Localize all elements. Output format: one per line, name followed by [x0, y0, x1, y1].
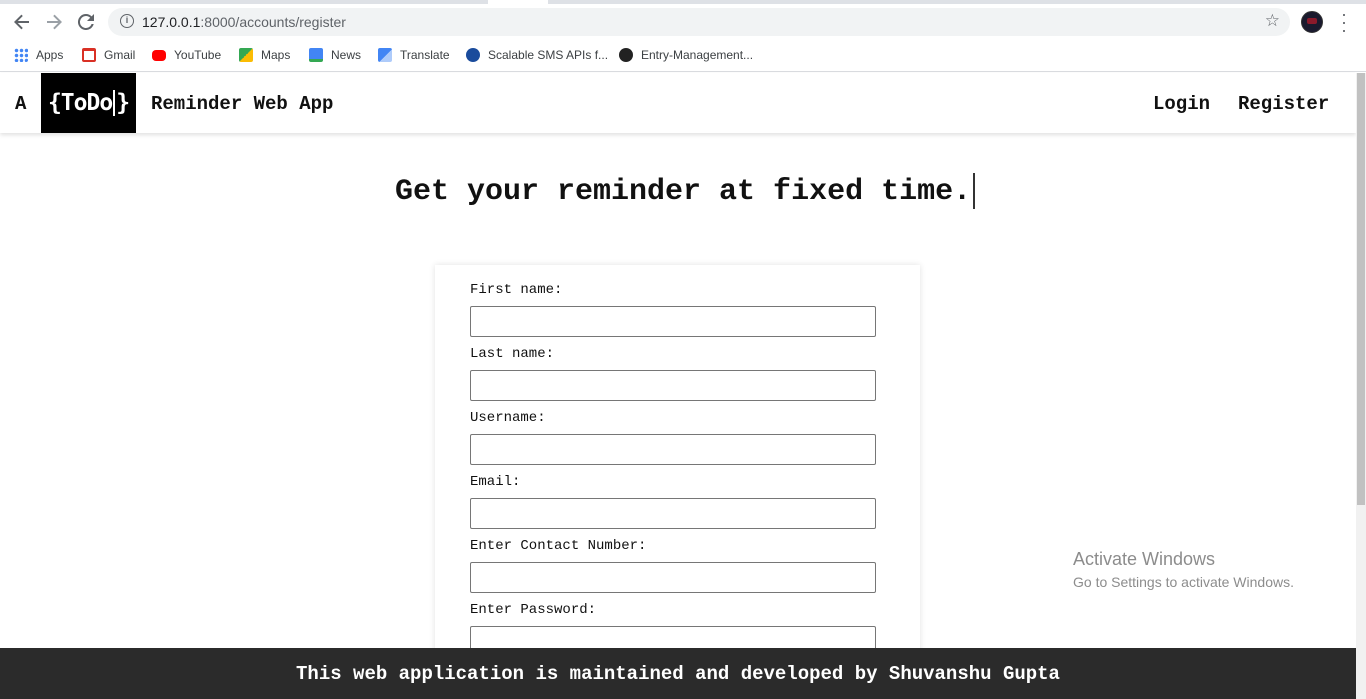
- github-icon: [619, 48, 633, 62]
- bookmark-news[interactable]: News: [309, 46, 361, 64]
- watermark-title: Activate Windows: [1073, 549, 1216, 569]
- page-viewport: A {ToDo} Reminder Web App Login Register…: [0, 73, 1356, 699]
- register-form: First name: Last name: Username: Email: …: [435, 265, 920, 699]
- bookmark-youtube[interactable]: YouTube: [152, 46, 221, 64]
- translate-icon: [378, 48, 392, 62]
- menu-kebab-icon[interactable]: · · ·: [1338, 5, 1350, 39]
- brand-logo-text: {ToDo: [47, 90, 113, 116]
- apps-grid-icon: [14, 48, 28, 62]
- address-bar[interactable]: i 127.0.0.1:8000/accounts/register ☆: [108, 8, 1290, 36]
- page-scrollbar[interactable]: [1356, 73, 1366, 699]
- bookmarks-bar: Apps Gmail YouTube Maps News Translate S…: [0, 44, 1366, 66]
- forward-icon[interactable]: [42, 10, 66, 34]
- windows-activation-watermark: Activate Windows Go to Settings to activ…: [1073, 549, 1294, 590]
- register-link[interactable]: Register: [1238, 93, 1329, 115]
- bookmark-apps[interactable]: Apps: [14, 46, 63, 64]
- bookmark-label: News: [331, 48, 362, 62]
- email-label: Email:: [470, 474, 521, 490]
- maps-icon: [239, 48, 253, 62]
- url-text[interactable]: 127.0.0.1:8000/accounts/register: [142, 14, 346, 30]
- email-input[interactable]: [470, 498, 876, 529]
- logo-cursor: [113, 90, 116, 116]
- page-footer: This web application is maintained and d…: [0, 648, 1356, 699]
- password-label: Enter Password:: [470, 602, 597, 618]
- scrollbar-thumb[interactable]: [1357, 73, 1365, 505]
- bookmark-gmail[interactable]: Gmail: [82, 46, 135, 64]
- bookmark-label: Translate: [400, 48, 450, 62]
- site-info-icon[interactable]: i: [120, 14, 134, 28]
- bookmark-label: Maps: [261, 48, 291, 62]
- bookmark-star-icon[interactable]: ☆: [1265, 11, 1280, 31]
- bookmark-entry-management[interactable]: Entry-Management...: [619, 46, 753, 64]
- brand-logo[interactable]: {ToDo}: [41, 73, 136, 133]
- app-navbar: A {ToDo} Reminder Web App Login Register: [0, 73, 1356, 133]
- tab-strip: [0, 0, 1366, 4]
- footer-text: This web application is maintained and d…: [296, 662, 1060, 685]
- brand-logo-brace: }: [116, 90, 130, 116]
- contact-number-input[interactable]: [470, 562, 876, 593]
- bookmark-label: Entry-Management...: [641, 48, 754, 62]
- login-link[interactable]: Login: [1153, 93, 1210, 115]
- sms-icon: [466, 48, 480, 62]
- back-icon[interactable]: [10, 10, 34, 34]
- reload-icon[interactable]: [74, 10, 98, 34]
- brand-prefix: A: [15, 93, 27, 115]
- last-name-label: Last name:: [470, 346, 555, 362]
- url-host: 127.0.0.1: [142, 14, 201, 30]
- first-name-label: First name:: [470, 282, 563, 298]
- bookmark-label: YouTube: [174, 48, 222, 62]
- contact-number-label: Enter Contact Number:: [470, 538, 647, 554]
- youtube-icon: [152, 49, 166, 61]
- brand-title: Reminder Web App: [151, 93, 334, 115]
- active-tab[interactable]: [488, 0, 548, 4]
- bookmark-translate[interactable]: Translate: [378, 46, 450, 64]
- page-headline: Get your reminder at fixed time.: [395, 173, 976, 209]
- username-input[interactable]: [470, 434, 876, 465]
- url-path: :8000/accounts/register: [200, 14, 346, 30]
- bookmark-sms-apis[interactable]: Scalable SMS APIs f...: [466, 46, 608, 64]
- browser-toolbar: i 127.0.0.1:8000/accounts/register ☆ · · ·…: [0, 0, 1366, 72]
- bookmark-label: Gmail: [104, 48, 136, 62]
- bookmark-maps[interactable]: Maps: [239, 46, 290, 64]
- news-icon: [309, 48, 323, 62]
- username-label: Username:: [470, 410, 546, 426]
- last-name-input[interactable]: [470, 370, 876, 401]
- gmail-icon: [82, 48, 96, 62]
- watermark-subtitle: Go to Settings to activate Windows.: [1073, 574, 1294, 590]
- first-name-input[interactable]: [470, 306, 876, 337]
- headline-text: Get your reminder at fixed time.: [395, 174, 972, 209]
- bookmark-label: Scalable SMS APIs f...: [488, 48, 609, 62]
- typing-caret: [973, 173, 976, 209]
- bookmark-label: Apps: [36, 48, 64, 62]
- profile-avatar[interactable]: [1301, 11, 1323, 33]
